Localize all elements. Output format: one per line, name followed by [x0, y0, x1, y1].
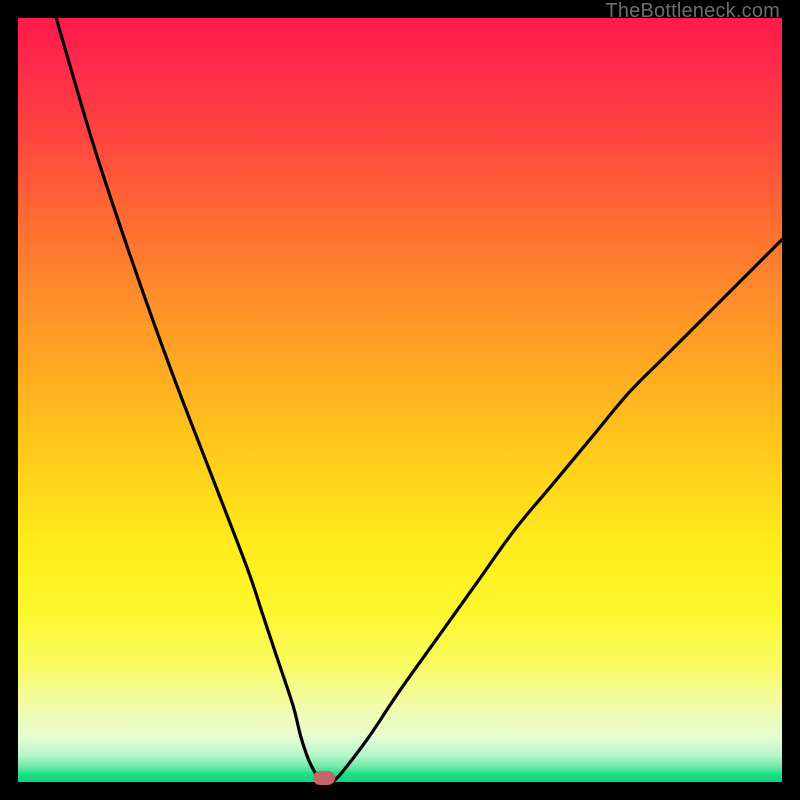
- chart-frame: [18, 18, 782, 782]
- curve-svg: [18, 18, 782, 782]
- plot-area: [18, 18, 782, 782]
- bottleneck-curve: [56, 18, 782, 782]
- optimal-point-marker: [313, 771, 335, 785]
